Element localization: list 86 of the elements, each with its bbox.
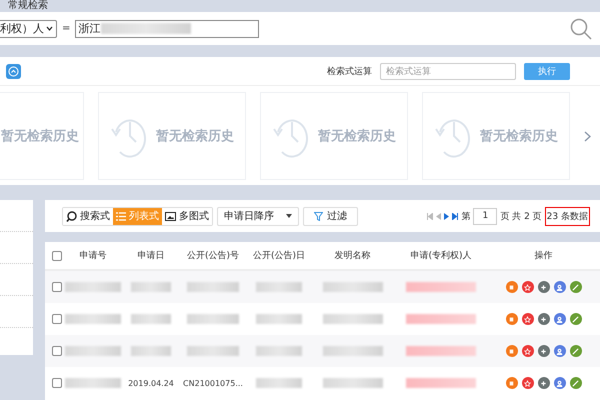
list-icon[interactable] <box>506 281 518 293</box>
column-header: 操作 <box>534 250 554 262</box>
brush-icon[interactable] <box>570 313 582 325</box>
empty-history-text: 暂无检索历史 <box>156 128 234 145</box>
star-icon[interactable] <box>522 313 534 325</box>
row-checkbox[interactable] <box>52 378 62 388</box>
brush-icon[interactable] <box>570 377 582 389</box>
funnel-icon <box>314 212 323 220</box>
row-checkbox[interactable] <box>52 282 62 292</box>
list-icon[interactable] <box>506 313 518 325</box>
row-checkbox[interactable] <box>52 314 62 324</box>
page-input[interactable]: 1 <box>473 208 498 224</box>
query-input[interactable]: 浙江 <box>75 20 260 38</box>
redacted-block <box>322 314 382 324</box>
list-icon[interactable] <box>506 377 518 389</box>
filter-button[interactable]: 过滤 <box>303 206 358 226</box>
table-cell: CN21001075... <box>183 378 243 388</box>
redacted-block <box>65 282 121 292</box>
select-all-checkbox[interactable] <box>52 250 62 260</box>
redacted-block <box>131 282 171 292</box>
column-header: 申请日 <box>136 250 166 262</box>
redacted-block <box>256 346 302 356</box>
chevron-right-icon[interactable] <box>584 130 591 142</box>
redacted-block <box>256 282 302 292</box>
redacted-block <box>406 314 476 324</box>
star-icon[interactable] <box>522 281 534 293</box>
empty-history-text: 暂无检索历史 <box>480 128 558 145</box>
list-icon[interactable] <box>506 345 518 357</box>
search-chart-icon <box>66 210 77 222</box>
redacted-block <box>65 378 121 388</box>
plus-icon[interactable] <box>538 313 550 325</box>
record-count: 23 条数据 <box>544 206 590 226</box>
first-page-icon[interactable] <box>427 212 434 220</box>
caret-icon <box>46 26 53 31</box>
image-icon <box>165 212 176 220</box>
redacted-block <box>256 314 302 324</box>
field-select[interactable]: 利权）人 <box>0 20 57 38</box>
expression-label: 检索式运算 <box>327 66 372 78</box>
brush-icon[interactable] <box>570 281 582 293</box>
plus-icon[interactable] <box>538 345 550 357</box>
sort-dropdown[interactable]: 申请日降序 <box>217 206 299 226</box>
star-icon[interactable] <box>522 345 534 357</box>
brush-icon[interactable] <box>570 345 582 357</box>
column-header: 公开(公告)日 <box>252 250 306 262</box>
column-header: 申请号 <box>78 250 108 262</box>
redacted-block <box>187 346 239 356</box>
collapse-toggle[interactable] <box>6 64 21 78</box>
redacted-block <box>187 314 239 324</box>
person-icon[interactable] <box>554 281 566 293</box>
redacted-block <box>187 282 239 292</box>
plus-icon[interactable] <box>538 377 550 389</box>
redacted-block <box>65 346 121 356</box>
expression-input[interactable]: 检索式运算 <box>380 62 516 80</box>
column-header: 申请(专利权)人 <box>409 250 473 262</box>
row-checkbox[interactable] <box>52 346 62 356</box>
redacted-block <box>406 282 476 292</box>
table-cell: 2019.04.24 <box>128 378 174 388</box>
next-page-icon[interactable] <box>444 212 450 220</box>
section-title: 常规检索 <box>8 0 48 12</box>
column-header: 发明名称 <box>334 250 372 262</box>
search-icon[interactable] <box>570 18 592 40</box>
person-icon[interactable] <box>554 377 566 389</box>
redacted-block <box>65 314 121 324</box>
redacted-block <box>406 346 476 356</box>
redacted-block <box>131 314 171 324</box>
star-icon[interactable] <box>522 377 534 389</box>
redacted-block <box>322 282 382 292</box>
redacted-block <box>322 378 382 388</box>
view-tab[interactable]: 搜索式 <box>63 208 113 224</box>
person-icon[interactable] <box>554 345 566 357</box>
redacted-block <box>131 346 171 356</box>
view-tab[interactable]: 多图式 <box>162 208 212 224</box>
redacted-block <box>322 346 382 356</box>
person-icon[interactable] <box>554 313 566 325</box>
redacted-block <box>256 378 302 388</box>
column-header: 公开(公告)号 <box>186 250 240 262</box>
operator-text: = <box>62 23 70 34</box>
page-prefix: 第 <box>461 210 470 222</box>
last-page-icon[interactable] <box>452 212 458 220</box>
page-total: 页 共 2 页 <box>500 210 542 222</box>
empty-history-text: 暂无检索历史 <box>318 128 396 145</box>
plus-icon[interactable] <box>538 281 550 293</box>
redacted-block <box>406 378 476 388</box>
list-icon <box>116 212 126 220</box>
caret-icon <box>286 214 292 218</box>
empty-history-text: 暂无检索历史 <box>1 128 79 145</box>
